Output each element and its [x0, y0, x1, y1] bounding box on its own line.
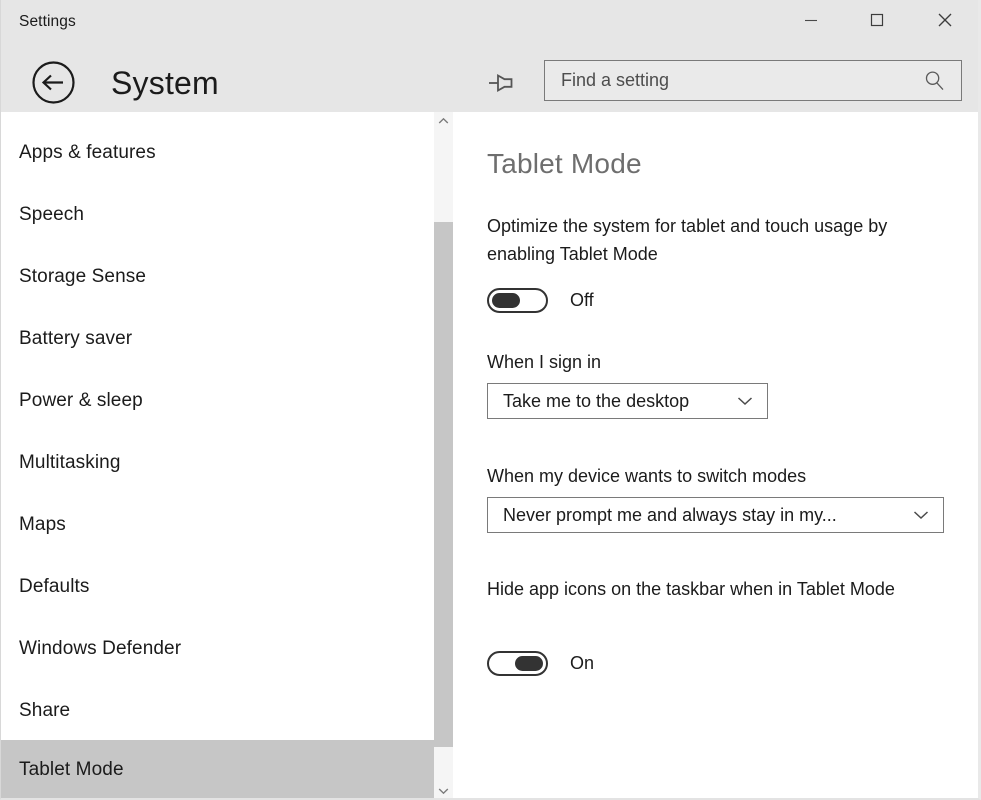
- content-heading: Tablet Mode: [487, 148, 642, 180]
- chevron-down-icon: [438, 787, 449, 795]
- sign-in-dropdown[interactable]: Take me to the desktop: [487, 383, 768, 419]
- switch-modes-dropdown-value: Never prompt me and always stay in my...: [503, 505, 903, 526]
- scroll-up-button[interactable]: [434, 112, 453, 130]
- hide-app-icons-toggle[interactable]: [487, 651, 548, 676]
- sidebar-item-label: Tablet Mode: [19, 759, 124, 781]
- chevron-down-icon: [913, 510, 929, 520]
- tablet-mode-description: Optimize the system for tablet and touch…: [487, 212, 942, 268]
- sidebar-item-tablet-mode[interactable]: Tablet Mode: [0, 740, 434, 800]
- sidebar-item-storage-sense[interactable]: Storage Sense: [0, 246, 434, 308]
- switch-modes-label: When my device wants to switch modes: [487, 463, 806, 489]
- sidebar-item-multitasking[interactable]: Multitasking: [0, 432, 434, 494]
- sidebar-item-label: Power & sleep: [19, 390, 143, 412]
- sidebar-item-power-and-sleep[interactable]: Power & sleep: [0, 370, 434, 432]
- sidebar-nav: Apps & features Speech Storage Sense Bat…: [0, 112, 434, 800]
- sidebar-scrollbar[interactable]: [434, 112, 453, 800]
- sidebar-item-maps[interactable]: Maps: [0, 494, 434, 556]
- sidebar-item-battery-saver[interactable]: Battery saver: [0, 308, 434, 370]
- sidebar-item-label: Apps & features: [19, 142, 156, 164]
- page-title: System: [111, 62, 219, 104]
- sidebar-item-apps-and-features[interactable]: Apps & features: [0, 122, 434, 184]
- sidebar-item-label: Defaults: [19, 576, 90, 598]
- back-arrow-icon: [31, 60, 76, 105]
- sidebar-item-label: Windows Defender: [19, 638, 181, 660]
- maximize-icon: [870, 13, 884, 27]
- minimize-icon: [804, 13, 818, 27]
- toggle-thumb: [492, 293, 520, 308]
- maximize-button[interactable]: [853, 0, 900, 40]
- sidebar-item-label: Storage Sense: [19, 266, 146, 288]
- hide-app-icons-toggle-row: On: [487, 650, 594, 676]
- pin-button[interactable]: [484, 64, 522, 102]
- content-pane: Tablet Mode Optimize the system for tabl…: [454, 112, 981, 800]
- sidebar-item-share[interactable]: Share: [0, 680, 434, 742]
- sidebar-item-defaults[interactable]: Defaults: [0, 556, 434, 618]
- sidebar-item-label: Maps: [19, 514, 66, 536]
- hide-app-icons-description: Hide app icons on the taskbar when in Ta…: [487, 575, 942, 603]
- sign-in-label: When I sign in: [487, 349, 601, 375]
- tablet-mode-toggle[interactable]: [487, 288, 548, 313]
- switch-modes-dropdown[interactable]: Never prompt me and always stay in my...: [487, 497, 944, 533]
- body-area: Apps & features Speech Storage Sense Bat…: [0, 112, 981, 800]
- title-bar: Settings System: [0, 0, 981, 112]
- tablet-mode-toggle-state: Off: [570, 290, 594, 311]
- chevron-down-icon: [737, 396, 753, 406]
- pin-icon: [488, 70, 518, 96]
- tablet-mode-toggle-row: Off: [487, 287, 594, 313]
- sidebar-item-label: Battery saver: [19, 328, 132, 350]
- hide-app-icons-toggle-state: On: [570, 653, 594, 674]
- toggle-thumb: [515, 656, 543, 671]
- settings-window: Settings System: [0, 0, 981, 800]
- minimize-button[interactable]: [787, 0, 834, 40]
- sidebar-item-speech[interactable]: Speech: [0, 184, 434, 246]
- search-icon[interactable]: [924, 70, 945, 91]
- back-button[interactable]: [31, 60, 76, 105]
- chevron-up-icon: [438, 117, 449, 125]
- close-button[interactable]: [921, 0, 968, 40]
- search-input[interactable]: [561, 61, 924, 100]
- sign-in-dropdown-value: Take me to the desktop: [503, 391, 727, 412]
- sidebar-item-label: Multitasking: [19, 452, 121, 474]
- scroll-down-button[interactable]: [434, 782, 453, 800]
- close-icon: [937, 12, 953, 28]
- scrollbar-thumb[interactable]: [434, 222, 453, 747]
- search-box[interactable]: [544, 60, 962, 101]
- sidebar-item-windows-defender[interactable]: Windows Defender: [0, 618, 434, 680]
- sidebar-item-label: Share: [19, 700, 70, 722]
- sidebar-item-label: Speech: [19, 204, 84, 226]
- window-title: Settings: [19, 13, 76, 31]
